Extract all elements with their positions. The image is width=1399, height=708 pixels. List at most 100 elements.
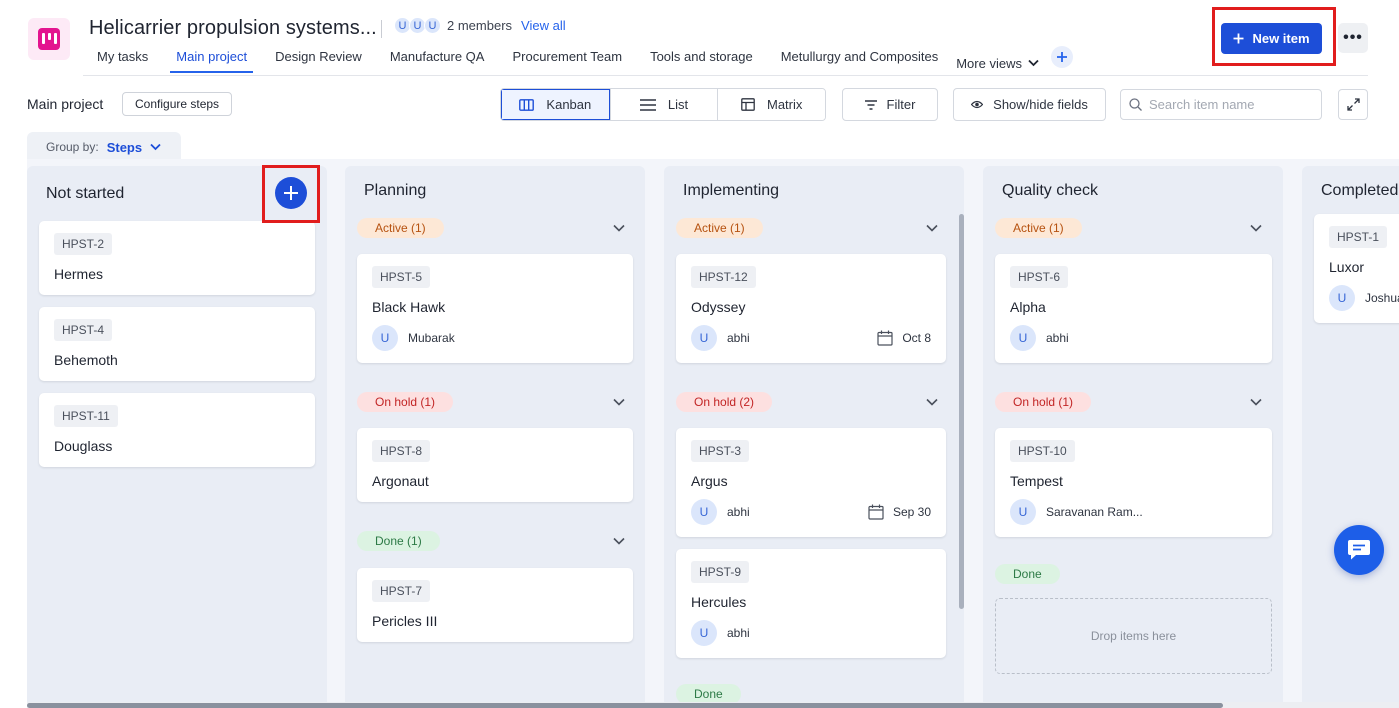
plus-icon [1233,33,1244,44]
chevron-down-icon[interactable] [612,395,626,409]
item-card[interactable]: HPST-1 Luxor U Joshua [1314,214,1399,323]
column-title: Planning [364,182,427,199]
status-group-on-hold[interactable]: On hold (1) [995,392,1092,412]
view-tabs: My tasks Main project Design Review Manu… [83,46,1073,75]
user-avatar: U [372,325,398,351]
column-title: Quality check [1002,182,1099,199]
tab-my-tasks[interactable]: My tasks [83,47,162,75]
item-card[interactable]: HPST-10 Tempest U Saravanan Ram... [995,428,1272,537]
item-title: Douglass [54,438,113,454]
column-planning: Planning Active (1) HPST-5 Black Hawk U … [345,166,645,704]
show-hide-label: Show/hide fields [993,97,1088,112]
item-card[interactable]: HPST-4 Behemoth [39,307,315,381]
kanban-board: Not started HPST-2 Hermes HPST-4 Behemot… [27,159,1399,704]
project-logo[interactable] [28,18,70,60]
title-divider [381,20,382,38]
user-avatar: U [1329,285,1355,311]
assignee: U Mubarak [372,325,455,351]
drop-zone[interactable]: Drop items here [995,598,1272,674]
status-group-done[interactable]: Done (1) [357,531,440,551]
more-options-button[interactable]: ••• [1338,23,1368,53]
group-by-control: Group by: Steps [27,132,181,162]
status-group-active[interactable]: Active (1) [995,218,1082,238]
chevron-down-icon[interactable] [1249,221,1263,235]
filter-label: Filter [886,97,916,112]
configure-steps-button[interactable]: Configure steps [122,92,233,116]
user-avatar: U [691,499,717,525]
item-title: Tempest [1010,473,1063,489]
item-id: HPST-4 [54,319,113,341]
status-group-on-hold[interactable]: On hold (2) [676,392,773,412]
board-horizontal-scrollbar[interactable] [27,703,1223,708]
chat-support-button[interactable] [1334,525,1384,575]
view-switcher: Kanban List Matrix [500,88,826,121]
app-header: Helicarrier propulsion systems... U U U … [0,0,1399,76]
item-card[interactable]: HPST-6 Alpha U abhi [995,254,1272,363]
item-card[interactable]: HPST-7 Pericles III [357,568,633,642]
matrix-view-button[interactable]: Matrix [717,89,825,120]
chevron-down-icon[interactable] [925,221,939,235]
chevron-down-icon[interactable] [925,395,939,409]
tab-metullurgy-and-composites[interactable]: Metullurgy and Composites [767,47,953,75]
chevron-down-icon[interactable] [612,221,626,235]
assignee: U Joshua [1329,285,1399,311]
add-item-to-column-button[interactable] [275,177,307,209]
member-avatar[interactable]: U [424,17,441,34]
kanban-view-button[interactable]: Kanban [501,89,610,120]
plus-icon [284,186,298,200]
status-group-active[interactable]: Active (1) [676,218,763,238]
item-title: Odyssey [691,299,746,315]
item-card[interactable]: HPST-8 Argonaut [357,428,633,502]
item-title: Black Hawk [372,299,446,315]
item-card[interactable]: HPST-5 Black Hawk U Mubarak [357,254,633,363]
show-hide-fields-button[interactable]: Show/hide fields [953,88,1106,121]
item-id: HPST-8 [372,440,431,462]
assignee: U abhi [1010,325,1069,351]
more-views-dropdown[interactable]: More views [956,47,1039,75]
assignee-name: Mubarak [408,331,455,345]
column-scrollbar[interactable] [959,214,964,609]
chevron-down-icon[interactable] [1249,395,1263,409]
item-card[interactable]: HPST-2 Hermes [39,221,315,295]
item-id: HPST-12 [691,266,756,288]
project-title[interactable]: Helicarrier propulsion systems... [89,17,377,40]
kanban-icon [519,98,535,111]
chevron-down-icon[interactable] [612,534,626,548]
status-group-on-hold[interactable]: On hold (1) [357,392,454,412]
tab-procurement-team[interactable]: Procurement Team [498,47,636,75]
tab-design-review[interactable]: Design Review [261,47,376,75]
item-id: HPST-10 [1010,440,1075,462]
assignee-name: Joshua [1365,291,1399,305]
tab-main-project[interactable]: Main project [162,47,261,75]
assignee-name: abhi [727,626,750,640]
item-card[interactable]: HPST-11 Douglass [39,393,315,467]
status-group-done[interactable]: Done [995,564,1060,584]
tab-tools-and-storage[interactable]: Tools and storage [636,47,767,75]
kanban-label: Kanban [546,97,592,112]
add-view-button[interactable] [1050,46,1073,68]
fullscreen-button[interactable] [1338,89,1368,120]
item-card[interactable]: HPST-12 Odyssey U abhi Oct 8 [676,254,946,363]
search-icon [1129,98,1142,111]
item-id: HPST-3 [691,440,750,462]
filter-button[interactable]: Filter [842,88,938,121]
tab-manufacture-qa[interactable]: Manufacture QA [376,47,499,75]
item-id: HPST-11 [54,405,118,427]
group-by-label: Group by: [46,140,99,154]
status-group-done[interactable]: Done [676,684,741,704]
new-item-button[interactable]: New item [1221,23,1322,54]
chevron-down-icon [150,143,161,151]
user-avatar: U [1010,499,1036,525]
due-date: Oct 8 [877,330,931,346]
group-by-dropdown[interactable]: Steps [107,140,161,155]
status-group-active[interactable]: Active (1) [357,218,444,238]
calendar-icon [877,330,893,346]
view-all-link[interactable]: View all [521,18,566,33]
search-input[interactable] [1149,97,1319,112]
item-title: Luxor [1329,259,1365,275]
list-view-button[interactable]: List [609,89,718,120]
column-title: Not started [46,185,125,202]
assignee-name: Saravanan Ram... [1046,505,1143,519]
item-card[interactable]: HPST-9 Hercules U abhi [676,549,946,658]
item-card[interactable]: HPST-3 Argus U abhi Sep 30 [676,428,946,537]
